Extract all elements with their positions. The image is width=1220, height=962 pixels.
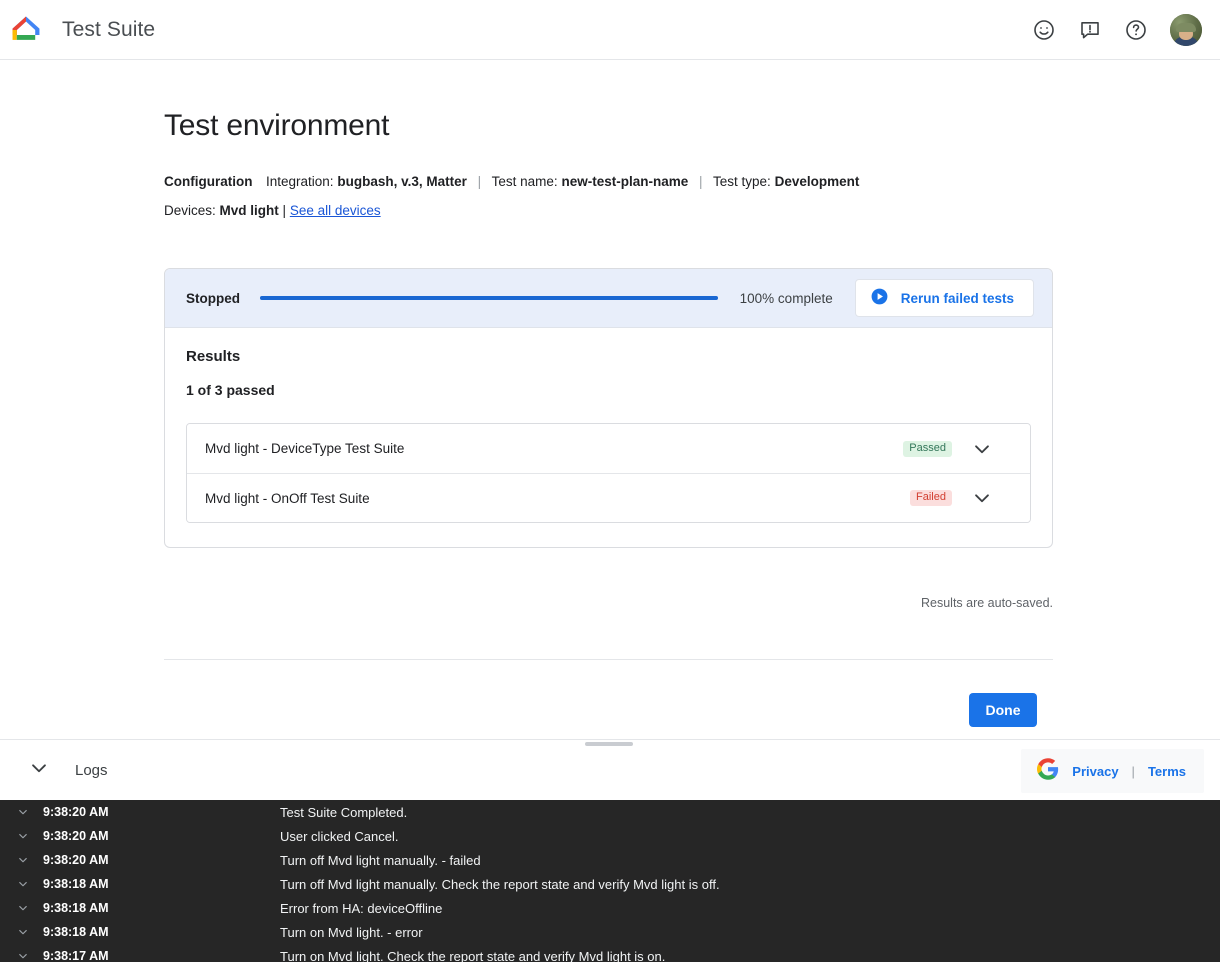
log-timestamp: 9:38:18 AM (42, 901, 280, 915)
status-badge: Passed (903, 441, 952, 457)
status-badge: Failed (910, 490, 952, 506)
brand[interactable]: Test Suite (0, 13, 155, 47)
chevron-down-icon (26, 755, 52, 786)
test-suite-name: Mvd light - OnOff Test Suite (205, 491, 370, 506)
help-icon[interactable] (1116, 10, 1156, 50)
progress-bar (260, 296, 718, 300)
log-row[interactable]: 9:38:20 AMTest Suite Completed. (0, 800, 1220, 824)
logs-label: Logs (75, 762, 108, 779)
privacy-link[interactable]: Privacy (1072, 764, 1118, 779)
logs-toggle[interactable]: Logs (26, 755, 108, 786)
chevron-down-icon[interactable] (16, 901, 42, 915)
chevron-down-icon[interactable] (16, 853, 42, 867)
chevron-down-icon[interactable] (952, 485, 1012, 511)
chevron-down-icon[interactable] (16, 877, 42, 891)
app-title: Test Suite (62, 18, 155, 42)
chevron-down-icon[interactable] (952, 436, 1012, 462)
log-timestamp: 9:38:20 AM (42, 829, 280, 843)
chevron-down-icon[interactable] (16, 829, 42, 843)
chevron-down-icon[interactable] (16, 949, 42, 962)
log-row[interactable]: 9:38:18 AMTurn on Mvd light. - error (0, 920, 1220, 944)
avatar[interactable] (1170, 14, 1202, 46)
test-name-label: Test name: (492, 174, 558, 189)
separator-1: | (471, 174, 489, 189)
log-message: Test Suite Completed. (280, 805, 407, 820)
results-heading: Results (186, 348, 1031, 365)
log-row[interactable]: 9:38:18 AMTurn off Mvd light manually. C… (0, 872, 1220, 896)
devices-summary: Devices: Mvd light | See all devices (164, 203, 381, 218)
log-message: Turn on Mvd light. Check the report stat… (280, 949, 665, 962)
results-card: Stopped 100% complete Rerun failed tests… (164, 268, 1053, 548)
footer-divider (164, 659, 1053, 660)
log-row[interactable]: 9:38:18 AMError from HA: deviceOffline (0, 896, 1220, 920)
log-message: Turn on Mvd light. - error (280, 925, 423, 940)
smiley-icon[interactable] (1024, 10, 1064, 50)
footer-separator: | (1132, 764, 1135, 779)
log-timestamp: 9:38:18 AM (42, 877, 280, 891)
resize-handle[interactable] (585, 742, 633, 746)
configuration-label: Configuration (164, 174, 252, 189)
integration-value: bugbash, v.3, Matter (337, 174, 467, 189)
test-suite-list: Mvd light - DeviceType Test SuitePassedM… (186, 423, 1031, 523)
chevron-down-icon[interactable] (16, 805, 42, 819)
log-timestamp: 9:38:17 AM (42, 949, 280, 962)
separator-3: | (283, 203, 287, 218)
progress-bar-fill (260, 296, 718, 300)
autosave-note: Results are auto-saved. (164, 596, 1053, 610)
test-suite-row[interactable]: Mvd light - OnOff Test Suite Failed (187, 473, 1030, 522)
integration-label: Integration: (266, 174, 334, 189)
test-type-value: Development (775, 174, 860, 189)
separator-2: | (692, 174, 710, 189)
test-name-value: new-test-plan-name (561, 174, 688, 189)
app-header: Test Suite (0, 0, 1220, 60)
devices-label: Devices: (164, 203, 216, 218)
test-type-label: Test type: (713, 174, 771, 189)
done-button[interactable]: Done (969, 693, 1037, 727)
google-home-logo-icon (9, 13, 43, 47)
log-message: Turn off Mvd light manually. Check the r… (280, 877, 720, 892)
log-message: Turn off Mvd light manually. - failed (280, 853, 481, 868)
test-suite-name: Mvd light - DeviceType Test Suite (205, 441, 404, 456)
log-row[interactable]: 9:38:20 AMUser clicked Cancel. (0, 824, 1220, 848)
log-console[interactable]: 9:38:20 AMTest Suite Completed.9:38:20 A… (0, 800, 1220, 962)
google-footer: Privacy | Terms (1021, 749, 1204, 793)
chevron-down-icon[interactable] (16, 925, 42, 939)
log-message: User clicked Cancel. (280, 829, 399, 844)
page-title: Test environment (164, 109, 389, 143)
log-timestamp: 9:38:20 AM (42, 853, 280, 867)
log-timestamp: 9:38:20 AM (42, 805, 280, 819)
results-body: Results 1 of 3 passed Mvd light - Device… (165, 328, 1052, 547)
results-summary: 1 of 3 passed (186, 382, 1031, 398)
log-row[interactable]: 9:38:17 AMTurn on Mvd light. Check the r… (0, 944, 1220, 962)
google-g-icon (1037, 758, 1059, 785)
log-timestamp: 9:38:18 AM (42, 925, 280, 939)
see-all-devices-link[interactable]: See all devices (290, 203, 381, 218)
terms-link[interactable]: Terms (1148, 764, 1186, 779)
devices-value: Mvd light (220, 203, 279, 218)
log-row[interactable]: 9:38:20 AMTurn off Mvd light manually. -… (0, 848, 1220, 872)
rerun-failed-tests-button[interactable]: Rerun failed tests (855, 279, 1034, 317)
feedback-icon[interactable] (1070, 10, 1110, 50)
log-message: Error from HA: deviceOffline (280, 901, 442, 916)
status-strip: Stopped 100% complete Rerun failed tests (165, 269, 1052, 328)
run-state-label: Stopped (186, 291, 240, 306)
header-actions (1024, 10, 1220, 50)
play-circle-icon (870, 287, 889, 309)
rerun-failed-tests-label: Rerun failed tests (901, 291, 1014, 306)
progress-percent-label: 100% complete (740, 291, 833, 306)
test-suite-row[interactable]: Mvd light - DeviceType Test Suite Passed (187, 424, 1030, 473)
configuration-summary: Configuration Integration: bugbash, v.3,… (164, 174, 859, 189)
logs-footer-bar: Logs Privacy | Terms (0, 739, 1220, 800)
avatar-hat (1176, 23, 1196, 32)
